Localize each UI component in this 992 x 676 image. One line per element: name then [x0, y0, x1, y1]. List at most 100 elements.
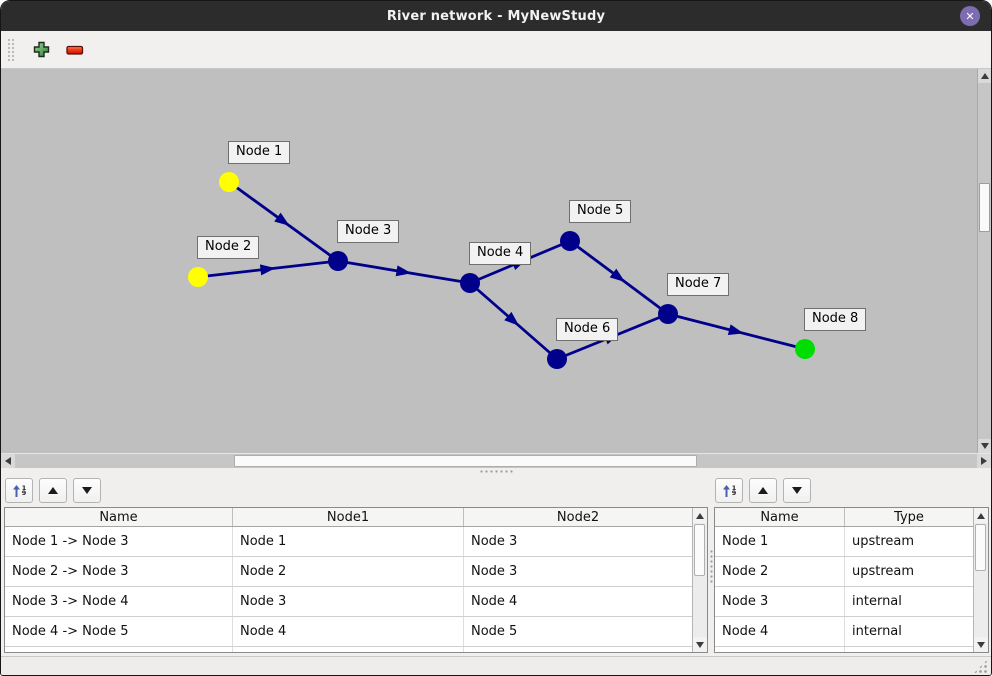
triangle-up-icon: [696, 513, 704, 519]
table-row[interactable]: Node 1upstream: [715, 527, 973, 557]
nodes-table-header: NameType: [715, 508, 973, 527]
remove-node-button[interactable]: [65, 40, 85, 60]
resize-grip[interactable]: [973, 659, 988, 674]
nodes-table-scrollbar[interactable]: [973, 508, 988, 652]
table-cell: [845, 647, 973, 653]
move-branch-down-button[interactable]: [73, 478, 101, 503]
scroll-up-button[interactable]: [978, 69, 991, 83]
table-cell: Node 3: [464, 527, 692, 556]
triangle-down-icon: [981, 443, 989, 449]
table-cell: Node 5: [464, 617, 692, 646]
sort-arrow-icon: [12, 484, 21, 498]
node-label: Node 8: [804, 308, 866, 331]
scroll-down-button[interactable]: [974, 637, 988, 652]
scroll-left-button[interactable]: [1, 454, 15, 468]
column-header[interactable]: Name: [715, 508, 845, 526]
sort-branches-button[interactable]: 19: [5, 478, 33, 503]
table-cell: [715, 647, 845, 653]
triangle-left-icon: [5, 457, 11, 465]
move-node-up-button[interactable]: [749, 478, 777, 503]
plus-icon: [33, 41, 50, 58]
move-branch-up-button[interactable]: [39, 478, 67, 503]
graph-node[interactable]: [328, 251, 348, 271]
scroll-thumb[interactable]: [694, 524, 705, 576]
table-row: [5, 647, 692, 653]
table-cell: Node 3: [464, 557, 692, 586]
branches-table-body: Node 1 -> Node 3Node 1Node 3Node 2 -> No…: [5, 527, 692, 653]
column-header[interactable]: Node1: [233, 508, 464, 526]
graph-node[interactable]: [560, 231, 580, 251]
table-cell: Node 4: [715, 617, 845, 646]
table-cell: Node 4 -> Node 5: [5, 617, 233, 646]
close-button[interactable]: ✕: [960, 6, 980, 26]
sort-nodes-button[interactable]: 19: [715, 478, 743, 503]
table-cell: [464, 647, 692, 653]
edge-arrow-icon: [728, 324, 744, 335]
table-cell: internal: [845, 587, 973, 616]
sort-arrow-icon: [722, 484, 731, 498]
graph-node[interactable]: [188, 267, 208, 287]
scroll-up-button[interactable]: [693, 508, 707, 523]
graph-node[interactable]: [547, 349, 567, 369]
status-bar: [1, 656, 991, 676]
column-header[interactable]: Name: [5, 508, 233, 526]
graph-node[interactable]: [658, 304, 678, 324]
table-row[interactable]: Node 4internal: [715, 617, 973, 647]
vertical-scroll-thumb[interactable]: [979, 183, 990, 232]
scroll-up-button[interactable]: [974, 508, 988, 523]
app-window: River network - MyNewStudy ✕: [0, 0, 992, 676]
down-arrow-icon: [792, 487, 802, 494]
toolbar-drag-handle[interactable]: [7, 38, 15, 62]
branches-table-scrollbar[interactable]: [692, 508, 707, 652]
table-cell: Node 2: [715, 557, 845, 586]
table-cell: Node 1 -> Node 3: [5, 527, 233, 556]
table-row[interactable]: Node 3internal: [715, 587, 973, 617]
triangle-up-icon: [977, 513, 985, 519]
table-cell: [233, 647, 464, 653]
table-row[interactable]: Node 2 -> Node 3Node 2Node 3: [5, 557, 692, 587]
canvas-horizontal-scrollbar[interactable]: [1, 453, 991, 468]
up-arrow-icon: [48, 487, 58, 494]
titlebar[interactable]: River network - MyNewStudy ✕: [1, 1, 991, 31]
horizontal-scroll-thumb[interactable]: [234, 455, 697, 467]
scroll-down-button[interactable]: [978, 439, 991, 453]
branches-toolbar: 19: [5, 478, 708, 503]
triangle-up-icon: [981, 73, 989, 79]
graph-node[interactable]: [219, 172, 239, 192]
scroll-thumb[interactable]: [975, 524, 986, 571]
close-icon: ✕: [965, 11, 974, 22]
add-node-button[interactable]: [31, 40, 51, 60]
node-label: Node 7: [667, 273, 729, 296]
scroll-down-button[interactable]: [693, 637, 707, 652]
triangle-right-icon: [981, 457, 987, 465]
graph-node[interactable]: [460, 273, 480, 293]
edge-arrow-icon: [396, 265, 412, 276]
network-canvas[interactable]: Node 1Node 2Node 3Node 4Node 5Node 6Node…: [1, 69, 977, 453]
table-cell: Node 3 -> Node 4: [5, 587, 233, 616]
sort-19-icon: 19: [22, 486, 27, 496]
main-toolbar: [1, 31, 991, 69]
table-row[interactable]: Node 2upstream: [715, 557, 973, 587]
table-cell: Node 2 -> Node 3: [5, 557, 233, 586]
nodes-table-body: Node 1upstreamNode 2upstreamNode 3intern…: [715, 527, 973, 653]
canvas-vertical-scrollbar[interactable]: [977, 69, 991, 453]
node-label: Node 2: [197, 236, 259, 259]
branches-table-header: NameNode1Node2: [5, 508, 692, 527]
sort-19-icon: 19: [732, 486, 737, 496]
move-node-down-button[interactable]: [783, 478, 811, 503]
table-row[interactable]: Node 4 -> Node 5Node 4Node 5: [5, 617, 692, 647]
table-row[interactable]: Node 3 -> Node 4Node 3Node 4: [5, 587, 692, 617]
branches-table: NameNode1Node2 Node 1 -> Node 3Node 1Nod…: [4, 507, 708, 653]
table-cell: upstream: [845, 557, 973, 586]
branches-panel: 19 NameNode1Node2 Node 1 -> Node 3Node 1…: [4, 477, 708, 656]
nodes-table: NameType Node 1upstreamNode 2upstreamNod…: [714, 507, 989, 653]
column-header[interactable]: Type: [845, 508, 973, 526]
nodes-panel: 19 NameType Node 1upstreamNode 2upstream…: [714, 477, 989, 656]
table-row[interactable]: Node 1 -> Node 3Node 1Node 3: [5, 527, 692, 557]
graph-node[interactable]: [795, 339, 815, 359]
table-cell: internal: [845, 617, 973, 646]
splitter-dots-icon: [479, 470, 513, 473]
scroll-right-button[interactable]: [977, 454, 991, 468]
column-header[interactable]: Node2: [464, 508, 692, 526]
table-cell: Node 2: [233, 557, 464, 586]
